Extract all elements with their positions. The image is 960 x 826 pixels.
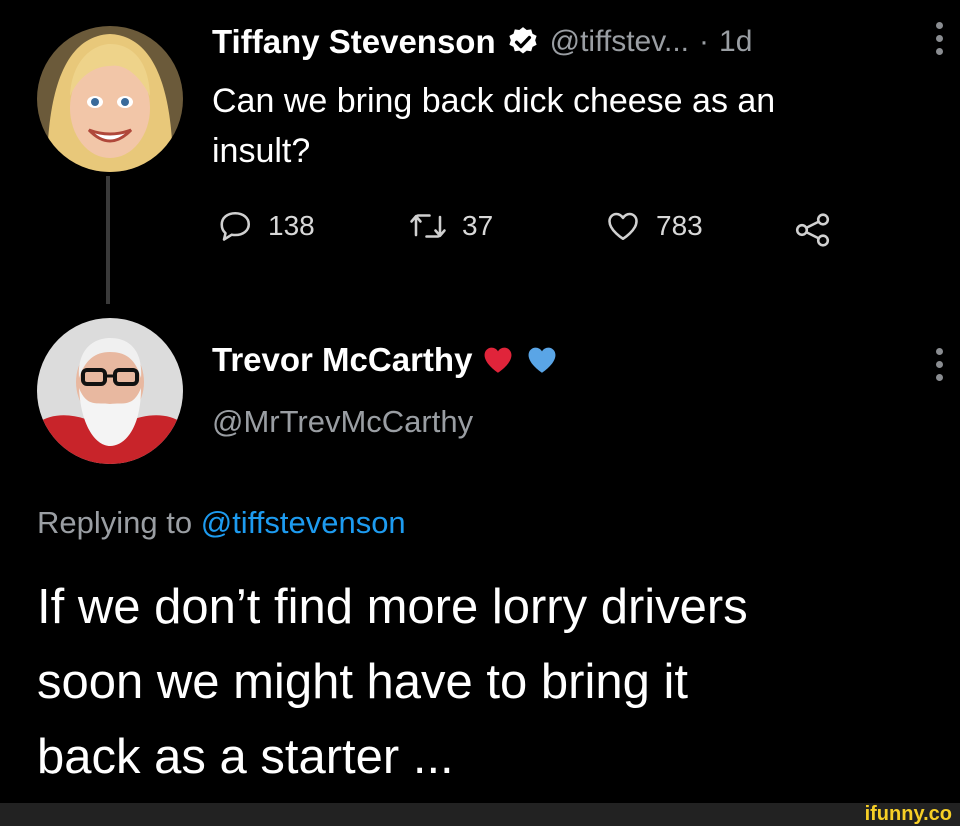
verified-badge-icon [509, 27, 537, 54]
tiffany-avatar[interactable] [37, 26, 183, 172]
reply-icon [220, 211, 251, 241]
watermark-bar: ifunny.co [0, 803, 960, 826]
thread-connector-line [106, 176, 110, 304]
like-count: 783 [656, 210, 703, 241]
tweet-time[interactable]: 1d [719, 25, 752, 59]
blue-heart-icon [528, 347, 556, 373]
trevor-avatar[interactable] [37, 318, 183, 464]
trevor-name-row: Trevor McCarthy [212, 338, 560, 382]
tiffany-avatar-image [37, 26, 183, 172]
share-action[interactable] [794, 212, 834, 253]
author-handle[interactable]: @tiffstev... [550, 25, 689, 59]
more-options-icon[interactable] [936, 22, 943, 55]
more-options-icon[interactable] [936, 348, 943, 381]
reply-author-handle[interactable]: @MrTrevMcCarthy [212, 404, 473, 440]
separator-dot: · [699, 25, 710, 58]
tweet-text-line: Can we bring back dick cheese as an [212, 82, 776, 120]
like-action[interactable]: 783 [604, 208, 703, 244]
reply-text-line: soon we might have to bring it [37, 655, 688, 709]
replying-to-label: Replying to [37, 505, 193, 540]
retweet-action[interactable]: 37 [408, 208, 493, 244]
reply-count: 138 [268, 210, 315, 241]
share-icon [795, 213, 830, 247]
retweet-count: 37 [462, 210, 494, 241]
like-icon [608, 212, 638, 241]
tiffany-name-row: Tiffany Stevenson @tiffstev... · 1d [212, 20, 752, 64]
tweet-text-line: insult? [212, 132, 311, 170]
reply-text-line: If we don’t find more lorry drivers [37, 580, 748, 634]
ifunny-watermark: ifunny.co [864, 803, 952, 825]
reply-author-name[interactable]: Trevor McCarthy [212, 341, 472, 379]
tweet-text: Can we bring back dick cheese as an insu… [212, 76, 775, 176]
replying-to-handle[interactable]: @tiffstevenson [201, 505, 406, 540]
reply-text-line: back as a starter ... [37, 730, 454, 784]
author-name[interactable]: Tiffany Stevenson [212, 23, 496, 61]
trevor-avatar-image [37, 318, 183, 464]
red-heart-icon [484, 347, 512, 373]
retweet-icon [410, 214, 446, 238]
replying-to-line: Replying to @tiffstevenson [37, 505, 406, 541]
reply-text: If we don’t find more lorry drivers soon… [37, 570, 748, 795]
reply-action[interactable]: 138 [218, 208, 315, 244]
